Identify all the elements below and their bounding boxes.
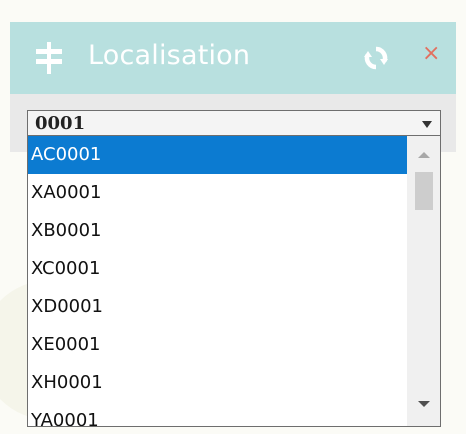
dropdown-option[interactable]: XA0001 bbox=[28, 174, 407, 212]
dropdown-option[interactable]: YA0001 bbox=[28, 402, 407, 426]
signpost-icon bbox=[34, 42, 64, 74]
refresh-icon[interactable] bbox=[362, 44, 390, 72]
panel-title: Localisation bbox=[88, 40, 251, 71]
close-icon[interactable]: × bbox=[422, 40, 440, 68]
dropdown-option[interactable]: XD0001 bbox=[28, 288, 407, 326]
dropdown-option[interactable]: XC0001 bbox=[28, 250, 407, 288]
dropdown-option[interactable]: XB0001 bbox=[28, 212, 407, 250]
dropdown-option[interactable]: XE0001 bbox=[28, 326, 407, 364]
chevron-down-icon[interactable] bbox=[422, 121, 432, 128]
dropdown-option[interactable]: AC0001 bbox=[28, 136, 407, 174]
scroll-down-arrow-icon[interactable] bbox=[418, 401, 430, 407]
page: Localisation × 0001 AC0001 XA0001 XB0001 XC… bbox=[0, 0, 466, 434]
panel-header: Localisation × bbox=[10, 22, 456, 94]
scrollbar[interactable] bbox=[407, 136, 440, 426]
dropdown-option[interactable]: XH0001 bbox=[28, 364, 407, 402]
scroll-thumb[interactable] bbox=[415, 172, 433, 210]
dropdown-list: AC0001 XA0001 XB0001 XC0001 XD0001 XE0001 XH00… bbox=[27, 135, 441, 427]
localisation-select[interactable]: 0001 bbox=[27, 110, 441, 136]
scroll-up-arrow-icon[interactable] bbox=[418, 152, 430, 158]
select-value: 0001 bbox=[35, 113, 86, 134]
